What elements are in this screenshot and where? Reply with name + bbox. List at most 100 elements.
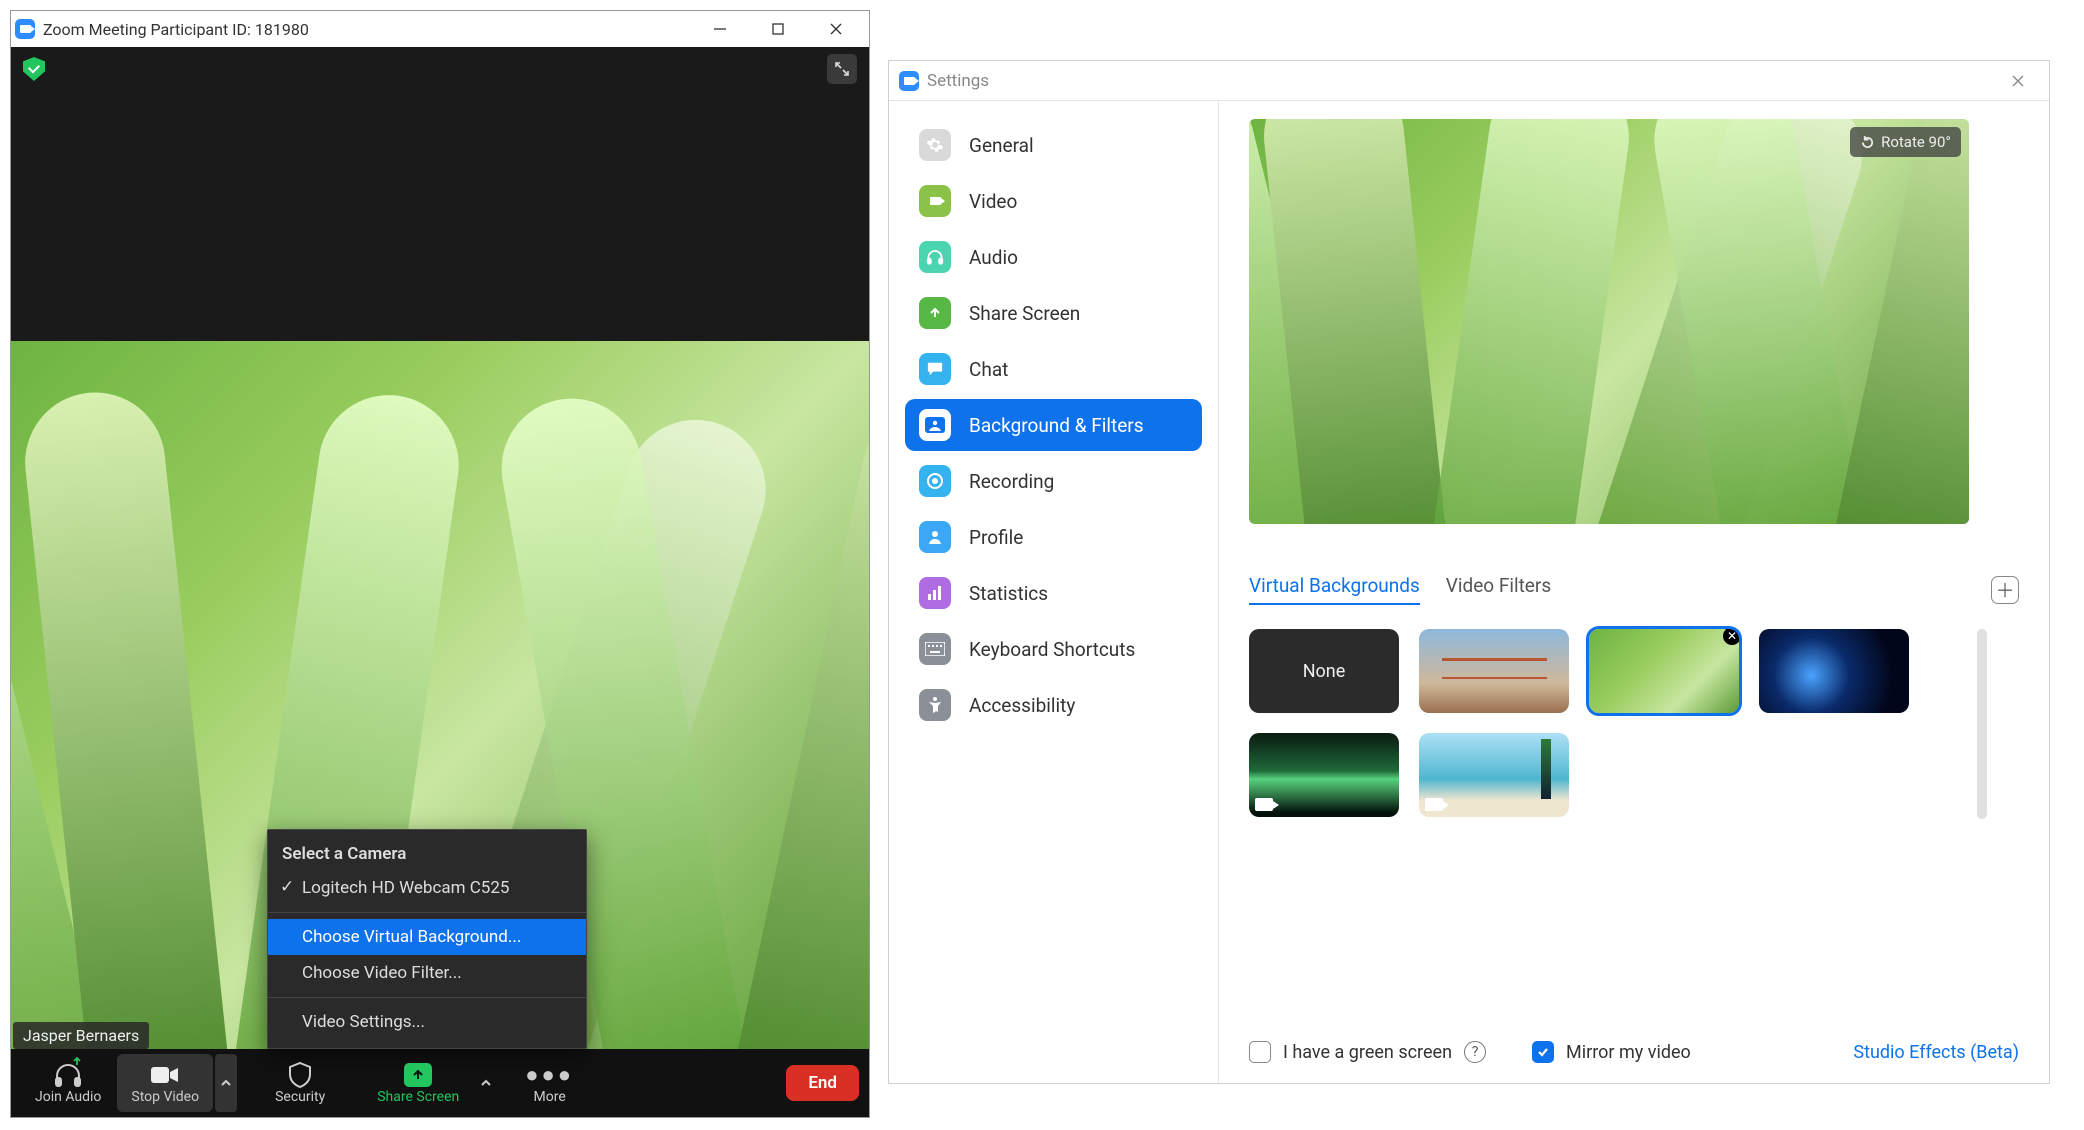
share-screen-button[interactable]: Share Screen xyxy=(363,1054,473,1112)
rotate-90-button[interactable]: Rotate 90° xyxy=(1850,127,1961,157)
stop-video-label: Stop Video xyxy=(131,1089,199,1105)
maximize-button[interactable] xyxy=(749,11,807,47)
nav-share-screen[interactable]: Share Screen xyxy=(905,287,1202,339)
settings-close-button[interactable] xyxy=(1997,61,2039,101)
video-bg-icon xyxy=(1255,798,1273,811)
zoom-meeting-window: Zoom Meeting Participant ID: 181980 Jasp… xyxy=(10,10,870,1118)
minimize-button[interactable] xyxy=(691,11,749,47)
nav-general-label: General xyxy=(969,134,1034,157)
video-icon xyxy=(919,185,951,217)
nav-video-label: Video xyxy=(969,190,1017,213)
studio-effects-link[interactable]: Studio Effects (Beta) xyxy=(1853,1042,2019,1063)
camera-menu-header: Select a Camera xyxy=(268,838,586,870)
profile-icon xyxy=(919,521,951,553)
meeting-title: Zoom Meeting Participant ID: 181980 xyxy=(15,19,309,39)
headphones-icon xyxy=(919,241,951,273)
choose-virtual-background[interactable]: Choose Virtual Background... xyxy=(268,919,586,955)
camera-option-logitech[interactable]: Logitech HD Webcam C525 xyxy=(268,870,586,906)
zoom-settings-window: Settings General Video Audio xyxy=(888,60,2050,1084)
rotate-90-label: Rotate 90° xyxy=(1881,133,1951,151)
bg-thumb-earth[interactable] xyxy=(1759,629,1909,713)
video-bg-icon xyxy=(1425,798,1443,811)
settings-sidebar: General Video Audio Share Screen xyxy=(889,101,1219,1083)
camera-menu: Select a Camera Logitech HD Webcam C525 … xyxy=(267,829,587,1049)
settings-content: Rotate 90° Virtual Backgrounds Video Fil… xyxy=(1219,101,2049,1083)
green-screen-checkbox[interactable] xyxy=(1249,1041,1271,1063)
choose-video-filter[interactable]: Choose Video Filter... xyxy=(268,955,586,991)
share-options-caret[interactable] xyxy=(475,1054,497,1112)
add-background-button[interactable]: ＋ xyxy=(1991,576,2019,604)
nav-share-label: Share Screen xyxy=(969,302,1080,325)
background-options-row: I have a green screen ? Mirror my video … xyxy=(1249,1041,2019,1063)
share-icon xyxy=(919,297,951,329)
background-icon xyxy=(919,409,951,441)
security-label: Security xyxy=(275,1089,325,1105)
background-thumbnails: None ✕ xyxy=(1249,629,1953,817)
nav-statistics[interactable]: Statistics xyxy=(905,567,1202,619)
bg-thumb-grass[interactable]: ✕ xyxy=(1589,629,1739,713)
nav-keyboard-label: Keyboard Shortcuts xyxy=(969,638,1135,661)
nav-accessibility-label: Accessibility xyxy=(969,694,1075,717)
tab-virtual-backgrounds[interactable]: Virtual Backgrounds xyxy=(1249,574,1420,605)
bg-thumb-aurora[interactable] xyxy=(1249,733,1399,817)
security-button[interactable]: Security xyxy=(261,1054,339,1112)
enter-fullscreen-button[interactable] xyxy=(827,54,857,84)
meeting-title-text: Zoom Meeting Participant ID: 181980 xyxy=(43,20,309,39)
keyboard-icon xyxy=(919,633,951,665)
share-screen-label: Share Screen xyxy=(377,1089,459,1105)
encryption-shield-icon[interactable] xyxy=(23,57,45,81)
tab-video-filters[interactable]: Video Filters xyxy=(1446,574,1551,605)
meeting-body: Jasper Bernaers Select a Camera Logitech… xyxy=(11,47,869,1117)
nav-video[interactable]: Video xyxy=(905,175,1202,227)
nav-chat[interactable]: Chat xyxy=(905,343,1202,395)
nav-recording-label: Recording xyxy=(969,470,1054,493)
share-screen-icon xyxy=(404,1063,432,1087)
video-settings[interactable]: Video Settings... xyxy=(268,1004,586,1040)
stop-video-button[interactable]: Stop Video xyxy=(117,1054,213,1112)
gear-icon xyxy=(919,129,951,161)
green-screen-help-icon[interactable]: ? xyxy=(1464,1041,1486,1063)
join-audio-label: Join Audio xyxy=(35,1089,101,1105)
filter-tabs: Virtual Backgrounds Video Filters ＋ xyxy=(1249,574,2019,605)
join-audio-button[interactable]: Join Audio xyxy=(21,1054,115,1112)
remove-background-icon[interactable]: ✕ xyxy=(1723,629,1739,645)
nav-general[interactable]: General xyxy=(905,119,1202,171)
meeting-toolbar: Join Audio Stop Video Security xyxy=(11,1049,869,1117)
nav-chat-label: Chat xyxy=(969,358,1008,381)
video-preview: Rotate 90° xyxy=(1249,119,1969,524)
nav-audio-label: Audio xyxy=(969,246,1018,269)
thumbnail-scrollbar[interactable] xyxy=(1977,629,1987,819)
bg-thumb-beach[interactable] xyxy=(1419,733,1569,817)
settings-title: Settings xyxy=(927,71,989,91)
mirror-video-checkbox[interactable] xyxy=(1532,1041,1554,1063)
chat-icon xyxy=(919,353,951,385)
nav-bg-label: Background & Filters xyxy=(969,414,1144,437)
nav-background-filters[interactable]: Background & Filters xyxy=(905,399,1202,451)
end-meeting-button[interactable]: End xyxy=(786,1065,859,1101)
more-button[interactable]: ●●● More xyxy=(511,1054,588,1112)
green-screen-label: I have a green screen xyxy=(1283,1042,1452,1063)
participant-name-tag: Jasper Bernaers xyxy=(13,1022,149,1049)
security-shield-icon xyxy=(287,1061,313,1089)
bg-thumb-bridge[interactable] xyxy=(1419,629,1569,713)
nav-profile[interactable]: Profile xyxy=(905,511,1202,563)
nav-accessibility[interactable]: Accessibility xyxy=(905,679,1202,731)
close-button[interactable] xyxy=(807,11,865,47)
zoom-app-icon xyxy=(15,19,35,39)
nav-recording[interactable]: Recording xyxy=(905,455,1202,507)
stats-icon xyxy=(919,577,951,609)
video-options-caret[interactable] xyxy=(215,1054,237,1112)
zoom-app-icon xyxy=(899,71,919,91)
meeting-titlebar: Zoom Meeting Participant ID: 181980 xyxy=(11,11,869,47)
nav-keyboard-shortcuts[interactable]: Keyboard Shortcuts xyxy=(905,623,1202,675)
nav-profile-label: Profile xyxy=(969,526,1023,549)
mirror-video-label: Mirror my video xyxy=(1566,1042,1691,1063)
nav-audio[interactable]: Audio xyxy=(905,231,1202,283)
video-camera-icon xyxy=(150,1061,180,1089)
headphones-icon xyxy=(53,1061,83,1089)
bg-thumb-none[interactable]: None xyxy=(1249,629,1399,713)
more-dots-icon: ●●● xyxy=(525,1061,574,1089)
accessibility-icon xyxy=(919,689,951,721)
record-icon xyxy=(919,465,951,497)
settings-titlebar: Settings xyxy=(889,61,2049,101)
